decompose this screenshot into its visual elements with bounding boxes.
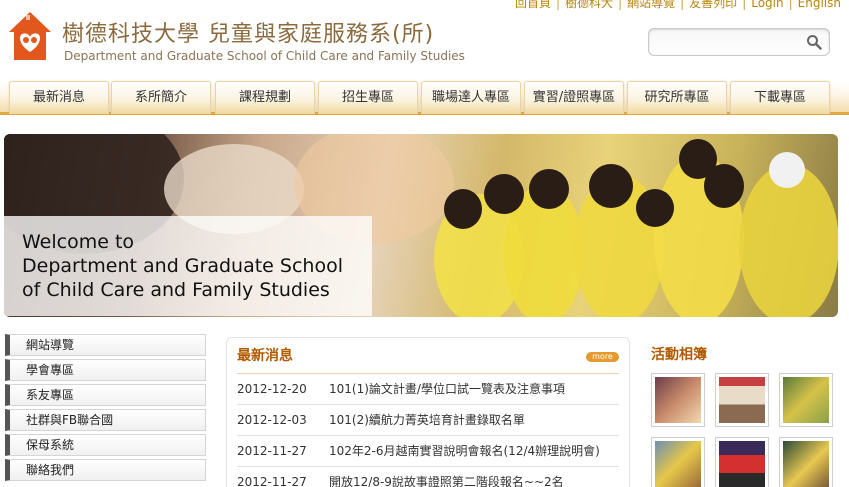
hero-banner[interactable]: Welcome to Department and Graduate Schoo…: [4, 134, 838, 317]
news-date: 2012-12-20: [237, 382, 307, 396]
nav-tab-curriculum[interactable]: 課程規劃: [215, 81, 315, 114]
banner-line-1: Welcome to: [22, 231, 135, 253]
news-item[interactable]: 2012-11-27 開放12/8-9說故事證照第二階段報名~~2名: [237, 467, 619, 487]
top-link-home[interactable]: 回首頁: [515, 0, 551, 10]
news-item[interactable]: 2012-12-20 101(1)論文計畫/學位口試一覽表及注意事項: [237, 374, 619, 405]
nav-tab-graduate[interactable]: 研究所專區: [627, 81, 727, 114]
left-menu-item-alumni[interactable]: 系友專區: [5, 384, 206, 406]
nav-tab-about[interactable]: 系所簡介: [111, 81, 211, 114]
album-thumbnail[interactable]: [715, 437, 769, 487]
album-thumbnail[interactable]: [651, 437, 705, 487]
search-icon[interactable]: [806, 34, 822, 50]
left-menu-item-nanny[interactable]: 保母系統: [5, 434, 206, 456]
banner-photo-shape: [704, 164, 744, 208]
news-title: 最新消息: [237, 346, 619, 374]
banner-welcome-box: Welcome to Department and Graduate Schoo…: [4, 216, 372, 316]
news-text[interactable]: 101(1)論文計畫/學位口試一覽表及注意事項: [329, 382, 565, 396]
news-date: 2012-11-27: [237, 475, 307, 487]
news-text[interactable]: 101(2)續航力菁英培育計畫錄取名單: [329, 413, 525, 427]
banner-photo-shape: [484, 174, 524, 214]
banner-photo-shape: [444, 189, 482, 229]
left-menu-item-contact[interactable]: 聯絡我們: [5, 459, 206, 481]
left-menu-item-association[interactable]: 學會專區: [5, 359, 206, 381]
news-date: 2012-11-27: [237, 444, 307, 458]
news-item[interactable]: 2012-12-03 101(2)續航力菁英培育計畫錄取名單: [237, 405, 619, 436]
page: 回首頁 | 樹德科大 | 網站導覽 | 友善列印 | Login | English 樹德科技大學 …: [0, 0, 849, 487]
department-logo-icon[interactable]: [6, 10, 54, 62]
news-more-button[interactable]: more: [586, 352, 619, 362]
banner-line-2: Department and Graduate School: [22, 255, 343, 277]
top-link-english[interactable]: English: [798, 0, 841, 10]
nav-tab-internship[interactable]: 實習/證照專區: [524, 81, 624, 114]
album-thumbnail[interactable]: [651, 373, 705, 427]
banner-photo-shape: [636, 189, 674, 227]
banner-line-3: of Child Care and Family Studies: [22, 279, 330, 301]
site-title-zh: 樹德科技大學 兒童與家庭服務系(所): [62, 22, 435, 47]
news-panel: 最新消息 more 2012-12-20 101(1)論文計畫/學位口試一覽表及注…: [226, 337, 630, 487]
album-thumbnail[interactable]: [715, 373, 769, 427]
top-links: 回首頁 | 樹德科大 | 網站導覽 | 友善列印 | Login | English: [515, 0, 841, 11]
nav-tab-admission[interactable]: 招生專區: [318, 81, 418, 114]
news-text[interactable]: 102年2-6月越南實習說明會報名(12/4辦理說明會): [329, 444, 600, 458]
nav-tab-download[interactable]: 下載專區: [730, 81, 830, 114]
top-link-university[interactable]: 樹德科大: [565, 0, 613, 10]
main-nav: 最新消息 系所簡介 課程規劃 招生專區 職場達人專區 實習/證照專區 研究所專區…: [0, 81, 849, 115]
news-date: 2012-12-03: [237, 413, 307, 427]
news-item[interactable]: 2012-11-27 102年2-6月越南實習說明會報名(12/4辦理說明會): [237, 436, 619, 467]
nav-tab-career[interactable]: 職場達人專區: [421, 81, 521, 114]
album-thumbnail[interactable]: [779, 437, 833, 487]
album-thumbnail[interactable]: [779, 373, 833, 427]
top-link-print[interactable]: 友善列印: [689, 0, 737, 10]
left-menu-item-social[interactable]: 社群與FB聯合國: [5, 409, 206, 431]
top-link-login[interactable]: Login: [751, 0, 783, 10]
banner-photo-shape: [529, 169, 569, 209]
top-link-sitemap[interactable]: 網站導覽: [627, 0, 675, 10]
news-text[interactable]: 開放12/8-9說故事證照第二階段報名~~2名: [329, 475, 564, 487]
site-title-en: Department and Graduate School of Child …: [64, 49, 465, 63]
banner-photo-shape: [769, 152, 805, 188]
search-input[interactable]: [648, 28, 830, 56]
banner-photo-shape: [589, 164, 633, 208]
album-title: 活動相簿: [651, 347, 707, 363]
nav-tab-news[interactable]: 最新消息: [9, 81, 109, 114]
left-menu-item-sitemap[interactable]: 網站導覽: [5, 334, 206, 356]
left-menu: 網站導覽 學會專區 系友專區 社群與FB聯合國 保母系統 聯絡我們: [5, 334, 206, 484]
